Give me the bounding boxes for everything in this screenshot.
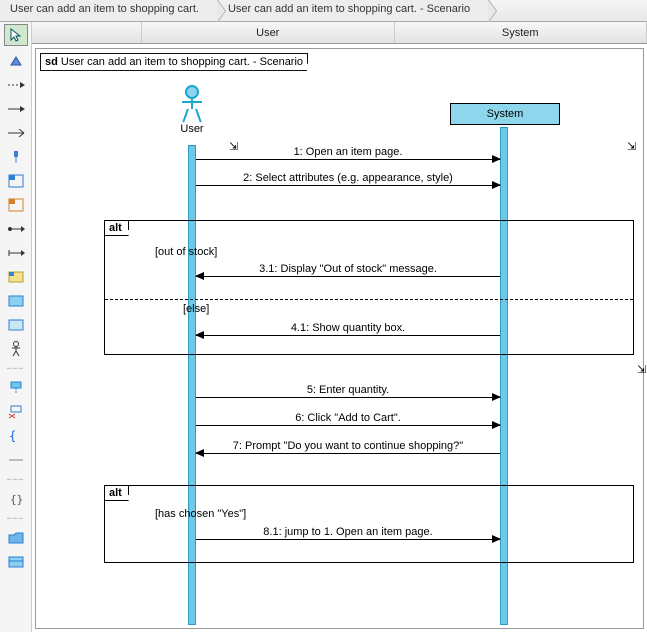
arrow-right-icon (492, 421, 501, 429)
triangle-up-icon[interactable] (6, 52, 26, 70)
message-4-1[interactable]: 4.1: Show quantity box. (196, 325, 500, 339)
lifeline-system[interactable]: System (450, 103, 560, 125)
palette-toolbar: ┈┈┈ { } ┈┈┈ {} ┈┈┈ (0, 22, 32, 632)
message-line (196, 425, 500, 426)
arrow-inout-icon[interactable] (6, 220, 26, 238)
message-line (196, 185, 500, 186)
message-5[interactable]: 5: Enter quantity. (196, 387, 500, 401)
message-label: 6: Click "Add to Cart". (196, 412, 500, 424)
separator-icon-3: ┈┈┈ (7, 514, 24, 523)
fragment-divider (105, 299, 633, 300)
actor-label: User (172, 123, 212, 135)
arrow-right-icon (492, 181, 501, 189)
pin-icon[interactable] (6, 148, 26, 166)
message-line (196, 539, 500, 540)
separator-icon: ┈┈┈ (7, 364, 24, 373)
lane-gap (32, 22, 142, 43)
actor-arms-icon (182, 101, 202, 103)
separator-icon-2: ┈┈┈ (7, 475, 24, 484)
fragment-tag: alt (104, 220, 129, 236)
divider-h-icon[interactable] (6, 451, 26, 469)
arrow-right-icon (492, 155, 501, 163)
message-line (196, 453, 500, 454)
block-blue-icon[interactable] (6, 292, 26, 310)
arrow-right-icon[interactable] (6, 100, 26, 118)
arrow-thin-icon[interactable] (6, 124, 26, 142)
fragment-alt-2[interactable]: alt [has chosen "Yes"] (104, 485, 634, 563)
line-dashed-icon[interactable] (6, 76, 26, 94)
message-line (196, 159, 500, 160)
diagram-canvas[interactable]: sd User can add an item to shopping cart… (32, 44, 647, 632)
system-label: System (487, 108, 524, 120)
arrow-right-icon (492, 535, 501, 543)
destroy-icon[interactable] (6, 403, 26, 421)
message-line (196, 335, 500, 336)
sd-title: User can add an item to shopping cart. -… (61, 56, 303, 68)
message-label: 8.1: jump to 1. Open an item page. (196, 526, 500, 538)
cursor-tool-icon[interactable] (4, 24, 28, 46)
braces-small-icon[interactable]: {} (6, 490, 26, 508)
message-label: 4.1: Show quantity box. (196, 322, 500, 334)
message-line (196, 276, 500, 277)
message-6[interactable]: 6: Click "Add to Cart". (196, 415, 500, 429)
arrow-left-icon (195, 449, 204, 457)
message-label: 5: Enter quantity. (196, 384, 500, 396)
message-2[interactable]: 2: Select attributes (e.g. appearance, s… (196, 175, 500, 189)
svg-text:{}: {} (10, 493, 23, 505)
breadcrumb-item-2[interactable]: User can add an item to shopping cart. -… (218, 0, 489, 21)
lifeline-blue-icon[interactable] (6, 379, 26, 397)
message-label: 1: Open an item page. (196, 146, 500, 158)
actor-head-icon (185, 85, 199, 99)
breadcrumb: User can add an item to shopping cart. U… (0, 0, 647, 22)
arrow-return-icon[interactable] (6, 244, 26, 262)
actor-icon[interactable] (6, 340, 26, 358)
arrow-left-icon (195, 331, 204, 339)
resize-handle-icon[interactable]: ⇲ (627, 140, 636, 153)
lane-user[interactable]: User (142, 22, 395, 43)
block-light-icon[interactable] (6, 316, 26, 334)
folder-icon[interactable] (6, 529, 26, 547)
message-3-1[interactable]: 3.1: Display "Out of stock" message. (196, 266, 500, 280)
message-line (196, 397, 500, 398)
frame-orange-icon[interactable] (6, 196, 26, 214)
lane-system[interactable]: System (395, 22, 647, 43)
braces-icon[interactable]: { } (6, 427, 26, 445)
breadcrumb-item-1[interactable]: User can add an item to shopping cart. (0, 0, 218, 21)
guard-out-of-stock: [out of stock] (155, 246, 217, 258)
fragment-tag: alt (104, 485, 129, 501)
sd-prefix: sd (45, 56, 58, 68)
sd-frame-label[interactable]: sd User can add an item to shopping cart… (40, 53, 308, 71)
resize-handle-icon[interactable]: ⇲ (637, 363, 646, 376)
svg-text:{ }: { } (9, 429, 24, 443)
card-icon[interactable] (6, 553, 26, 571)
message-8-1[interactable]: 8.1: jump to 1. Open an item page. (196, 529, 500, 543)
message-7[interactable]: 7: Prompt "Do you want to continue shopp… (196, 443, 500, 457)
guard-yes: [has chosen "Yes"] (155, 508, 246, 520)
message-1[interactable]: 1: Open an item page. (196, 149, 500, 163)
block-yellow-icon[interactable] (6, 268, 26, 286)
message-label: 2: Select attributes (e.g. appearance, s… (196, 172, 500, 184)
arrow-left-icon (195, 272, 204, 280)
actor-legs-icon (183, 109, 201, 121)
guard-else: [else] (183, 303, 209, 315)
frame-blue-icon[interactable] (6, 172, 26, 190)
message-label: 7: Prompt "Do you want to continue shopp… (196, 440, 500, 452)
arrow-right-icon (492, 393, 501, 401)
lane-headers: User System (32, 22, 647, 44)
actor-user[interactable]: User (172, 85, 212, 135)
message-label: 3.1: Display "Out of stock" message. (196, 263, 500, 275)
